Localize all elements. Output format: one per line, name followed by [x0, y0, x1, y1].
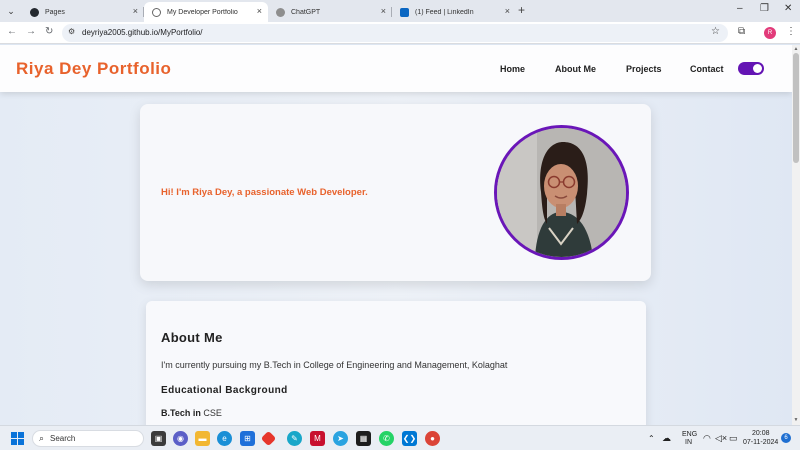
search-label: Search: [50, 434, 76, 443]
degree-line: B.Tech in CSE: [161, 408, 222, 418]
tab-label: (1) Feed | LinkedIn: [415, 8, 474, 16]
scroll-thumb[interactable]: [793, 53, 799, 163]
theme-toggle[interactable]: [738, 62, 764, 75]
tab-linkedin[interactable]: (1) Feed | LinkedIn ×: [392, 2, 516, 22]
speaker-muted-icon[interactable]: ◁×: [715, 433, 727, 444]
file-explorer-icon[interactable]: ▬: [195, 431, 210, 446]
language-line1[interactable]: ENG: [682, 431, 697, 438]
microsoft-store-icon[interactable]: ⊞: [240, 431, 255, 446]
tab-search-chevron-icon[interactable]: ⌄: [4, 4, 18, 18]
url-text[interactable]: deyriya2005.github.io/MyPortfolio/: [82, 28, 203, 37]
scroll-up-icon[interactable]: ▲: [792, 46, 800, 52]
extensions-icon[interactable]: ⧉: [738, 26, 745, 37]
page-viewport: Riya Dey Portfolio Home About Me Project…: [0, 45, 792, 425]
nav-projects[interactable]: Projects: [626, 64, 662, 74]
taskbar: ⌕ Search ▣ ◉ ▬ e ⊞ ✎ M ➤ ▦ ✆ ❮❯ ● ⌃ ☁ EN…: [0, 425, 800, 450]
tab-label: ChatGPT: [291, 8, 321, 16]
clock-time[interactable]: 20:08: [752, 430, 770, 437]
close-icon[interactable]: ×: [133, 6, 138, 16]
forward-icon[interactable]: →: [26, 26, 36, 37]
tab-label: My Developer Portfolio: [167, 8, 238, 16]
profile-avatar[interactable]: R: [764, 27, 776, 39]
vscode-icon[interactable]: ❮❯: [402, 431, 417, 446]
nav-contact[interactable]: Contact: [690, 64, 724, 74]
task-view-icon[interactable]: ▣: [151, 431, 166, 446]
chevron-up-icon[interactable]: ⌃: [648, 434, 655, 443]
bookmark-star-icon[interactable]: ☆: [711, 26, 720, 37]
whatsapp-icon[interactable]: ✆: [379, 431, 394, 446]
notification-badge[interactable]: 6: [781, 433, 791, 443]
address-bar[interactable]: ⚙ deyriya2005.github.io/MyPortfolio/ ☆: [62, 24, 728, 42]
tab-pages[interactable]: Pages ×: [22, 2, 144, 22]
about-title: About Me: [161, 330, 223, 345]
telegram-icon[interactable]: ➤: [333, 431, 348, 446]
new-tab-icon[interactable]: +: [518, 3, 525, 17]
red-diamond-app-icon[interactable]: [260, 430, 277, 447]
minimize-icon[interactable]: –: [737, 3, 743, 14]
site-logo[interactable]: Riya Dey Portfolio: [16, 59, 171, 79]
close-window-icon[interactable]: ✕: [784, 3, 792, 14]
hero-greeting: Hi! I'm Riya Dey, a passionate Web Devel…: [161, 187, 368, 198]
onedrive-cloud-icon[interactable]: ☁: [662, 433, 671, 444]
scroll-down-icon[interactable]: ▼: [792, 417, 800, 423]
language-line2[interactable]: IN: [685, 439, 692, 446]
education-title: Educational Background: [161, 385, 288, 396]
about-me-section: About Me I'm currently pursuing my B.Tec…: [146, 301, 646, 425]
restore-icon[interactable]: ❐: [760, 3, 769, 14]
edge-dev-icon[interactable]: ✎: [287, 431, 302, 446]
chrome-icon[interactable]: ●: [425, 431, 440, 446]
github-icon: [30, 7, 39, 17]
tab-my-developer-portfolio[interactable]: My Developer Portfolio ×: [144, 2, 268, 22]
browser-toolbar: ← → ↻ ⚙ deyriya2005.github.io/MyPortfoli…: [0, 22, 800, 44]
menu-icon[interactable]: ⋮: [786, 26, 796, 37]
tab-chatgpt[interactable]: ChatGPT ×: [268, 2, 392, 22]
reload-icon[interactable]: ↻: [45, 26, 53, 37]
close-icon[interactable]: ×: [505, 6, 510, 16]
about-description: I'm currently pursuing my B.Tech in Coll…: [161, 360, 508, 370]
profile-photo: [494, 125, 629, 260]
teams-chat-icon[interactable]: ◉: [173, 431, 188, 446]
nav-about-me[interactable]: About Me: [555, 64, 596, 74]
wifi-icon[interactable]: ◠: [703, 433, 711, 444]
tab-label: Pages: [45, 8, 65, 16]
close-icon[interactable]: ×: [257, 6, 262, 16]
tab-strip: ⌄ Pages × My Developer Portfolio × ChatG…: [0, 0, 800, 22]
toggle-knob: [753, 64, 762, 73]
search-icon: ⌕: [39, 433, 45, 443]
edge-icon[interactable]: e: [217, 431, 232, 446]
battery-icon[interactable]: ▭: [729, 433, 738, 444]
site-header: Riya Dey Portfolio Home About Me Project…: [0, 45, 792, 92]
back-icon[interactable]: ←: [7, 26, 17, 37]
degree-label: B.Tech in: [161, 408, 201, 418]
hero-card: Hi! I'm Riya Dey, a passionate Web Devel…: [140, 104, 651, 281]
chatgpt-icon: [276, 7, 285, 17]
degree-value: CSE: [203, 408, 222, 418]
mcafee-icon[interactable]: M: [310, 431, 325, 446]
clock-date[interactable]: 07-11-2024: [743, 439, 778, 446]
nav-home[interactable]: Home: [500, 64, 525, 74]
page-scrollbar[interactable]: ▲ ▼: [792, 45, 800, 425]
person-portrait-icon: [497, 128, 626, 257]
pycharm-icon[interactable]: ▦: [356, 431, 371, 446]
globe-icon: [152, 7, 161, 17]
windows-start-icon[interactable]: [11, 432, 24, 445]
taskbar-search[interactable]: ⌕ Search: [32, 430, 144, 447]
linkedin-icon: [400, 7, 409, 17]
site-info-icon[interactable]: ⚙: [68, 27, 75, 36]
close-icon[interactable]: ×: [381, 6, 386, 16]
